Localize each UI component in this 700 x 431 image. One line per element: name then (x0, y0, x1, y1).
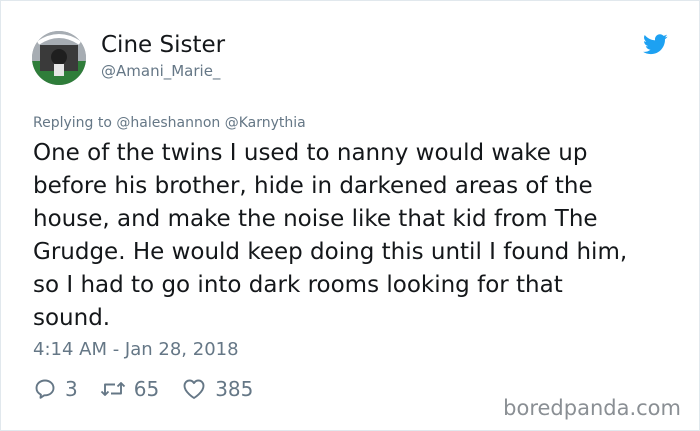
retweet-button[interactable]: 65 (100, 377, 159, 401)
tweet-card: Cine Sister @Amani_Marie_ Replying to @h… (0, 0, 700, 431)
tweet-text-line: so I had to go into dark rooms looking f… (33, 272, 563, 298)
like-count: 385 (215, 377, 254, 401)
tweet-text-line: Grudge. He would keep doing this until I… (33, 239, 628, 265)
reply-icon (35, 379, 55, 399)
author-display-name[interactable]: Cine Sister (101, 32, 225, 58)
reply-context: Replying to @haleshannon @Karnythia (33, 115, 306, 131)
reply-button[interactable]: 3 (33, 377, 78, 401)
avatar[interactable] (32, 31, 86, 85)
like-button[interactable]: 385 (181, 377, 253, 401)
tweet-text-line: before his brother, hide in darkened are… (33, 173, 593, 199)
tweet-text-line: sound. (33, 305, 111, 331)
watermark-text: boredpanda.com (503, 396, 681, 420)
retweet-icon (100, 382, 125, 396)
tweet-text-line: One of the twins I used to nanny would w… (33, 140, 588, 166)
reply-prefix: Replying to (33, 115, 112, 131)
twitter-bird-icon[interactable] (643, 34, 668, 55)
tweet-actions: 3 65 385 (33, 375, 275, 403)
tweet-text: One of the twins I used to nanny would w… (33, 137, 673, 335)
tweet-text-line: house, and make the noise like that kid … (33, 206, 598, 232)
author-handle[interactable]: @Amani_Marie_ (101, 62, 220, 80)
mention-link[interactable]: @haleshannon (116, 115, 220, 131)
mention-link[interactable]: @Karnythia (225, 115, 306, 131)
retweet-count: 65 (133, 377, 160, 401)
heart-icon (183, 379, 205, 399)
avatar-image (32, 31, 86, 85)
reply-count: 3 (65, 377, 78, 401)
tweet-timestamp[interactable]: 4:14 AM - Jan 28, 2018 (33, 339, 239, 360)
